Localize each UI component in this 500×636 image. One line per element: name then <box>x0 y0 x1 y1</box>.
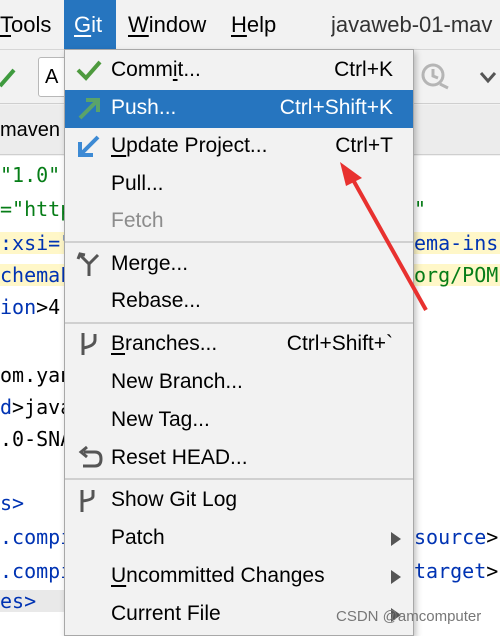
menu-item-shortcut: Ctrl+K <box>334 58 393 81</box>
code-line: s> <box>0 491 25 515</box>
code-line: .compi <box>0 525 73 549</box>
label-part: ranches... <box>125 332 218 355</box>
editor-tab-maven[interactable]: maven <box>0 119 60 142</box>
code-token: > <box>486 559 499 583</box>
menu-item-label: Push... <box>111 96 177 119</box>
label-mnemonic: U <box>111 564 127 587</box>
menu-item-show-git-log[interactable]: Show Git Log <box>65 482 413 520</box>
code-line: target> <box>414 560 498 582</box>
menu-window-rest: indow <box>148 12 207 37</box>
branch-icon <box>81 333 97 355</box>
menu-item-label: Show Git Log <box>111 488 238 511</box>
menu-item-label: Fetch <box>111 209 164 232</box>
menu-git[interactable]: Git <box>64 0 116 50</box>
code-line: ion>4. <box>0 296 72 318</box>
menu-tools-mnemonic: T <box>0 12 11 37</box>
submenu-arrow-icon <box>391 532 401 546</box>
menu-item-shortcut: Ctrl+T <box>335 134 393 157</box>
label-mnemonic: B <box>111 332 126 355</box>
menu-item-label: Commit... <box>111 58 201 82</box>
label-mnemonic: U <box>111 134 127 157</box>
code-token: > <box>486 525 499 549</box>
code-line: d>java <box>0 396 72 418</box>
submenu-arrow-icon <box>391 570 401 584</box>
code-token: ion <box>0 295 37 319</box>
history-icon[interactable] <box>418 60 452 94</box>
code-line: chemaL <box>0 263 73 287</box>
update-arrow-icon <box>78 135 100 157</box>
menu-item-patch[interactable]: Patch <box>65 520 413 558</box>
code-line: :xsi=" <box>0 231 73 255</box>
check-icon <box>76 60 102 81</box>
menu-git-rest: it <box>91 12 103 37</box>
label-part: pdate Project... <box>126 134 268 157</box>
menu-item-label: New Branch... <box>111 370 243 393</box>
menu-help-rest: elp <box>246 12 277 37</box>
label-part: Comm <box>111 58 173 81</box>
watermark: CSDN @amcomputer <box>336 608 482 625</box>
menu-item-label: Rebase... <box>111 289 201 312</box>
hammer-icon[interactable] <box>0 64 16 92</box>
menu-help-mnemonic: H <box>231 12 247 37</box>
menu-help[interactable]: Help <box>231 0 283 50</box>
menu-window-mnemonic: W <box>128 12 149 37</box>
menu-item-label: Pull... <box>111 172 164 195</box>
code-line: es> <box>0 590 64 612</box>
menu-item-new-tag[interactable]: New Tag... <box>65 402 413 440</box>
git-dropdown-menu: Commit... Ctrl+K Push... Ctrl+Shift+K Up… <box>64 49 414 636</box>
git-log-icon <box>80 490 95 512</box>
menu-tools-rest: ools <box>11 12 52 37</box>
merge-icon <box>76 252 100 276</box>
code-line: ="http <box>0 197 73 221</box>
menu-item-label: Uncommitted Changes <box>111 564 325 588</box>
menu-item-commit[interactable]: Commit... Ctrl+K <box>65 52 413 90</box>
menu-git-mnemonic: G <box>74 12 92 37</box>
menu-item-label: Branches... <box>111 332 217 356</box>
code-line: source> <box>414 526 498 548</box>
menu-item-label: Update Project... <box>111 134 267 158</box>
menu-item-reset-head[interactable]: Reset HEAD... <box>65 440 413 478</box>
menu-item-new-branch[interactable]: New Branch... <box>65 364 413 402</box>
menu-item-shortcut: Ctrl+Shift+` <box>286 332 393 355</box>
label-part: t... <box>177 58 201 81</box>
menu-item-branches[interactable]: Branches... Ctrl+Shift+` <box>65 326 413 364</box>
code-line: "1.0" <box>0 163 61 187</box>
reset-icon <box>78 445 103 468</box>
menu-item-shortcut: Ctrl+Shift+K <box>279 96 393 119</box>
push-arrow-icon <box>78 98 100 120</box>
menu-item-label: New Tag... <box>111 408 210 431</box>
menu-item-uncommitted-changes[interactable]: Uncommitted Changes <box>65 558 413 596</box>
menu-item-label: Merge... <box>111 252 189 275</box>
annotation-arrow-icon <box>340 162 428 311</box>
menu-item-push[interactable]: Push... Ctrl+Shift+K <box>65 90 413 128</box>
menu-item-label: Patch <box>111 526 165 549</box>
window-title: javaweb-01-mav <box>331 12 493 37</box>
label-part: ncommitted Changes <box>126 564 325 587</box>
code-line: .compi <box>0 559 73 583</box>
code-line: om.yan <box>0 363 73 387</box>
menu-bar: Tools Git Window Help javaweb-01-mav <box>0 0 500 50</box>
menu-item-label: Current File <box>111 602 221 625</box>
menu-separator <box>65 322 413 324</box>
menu-separator <box>65 478 413 480</box>
menu-window[interactable]: Window <box>128 0 216 50</box>
menu-tools[interactable]: Tools <box>0 0 58 50</box>
code-token: d <box>0 395 13 419</box>
code-line: .0-SNA <box>0 427 73 451</box>
chevron-down-icon[interactable] <box>478 70 498 84</box>
code-token: target <box>414 559 487 583</box>
code-token: source <box>414 525 487 549</box>
menu-item-label: Reset HEAD... <box>111 446 248 469</box>
